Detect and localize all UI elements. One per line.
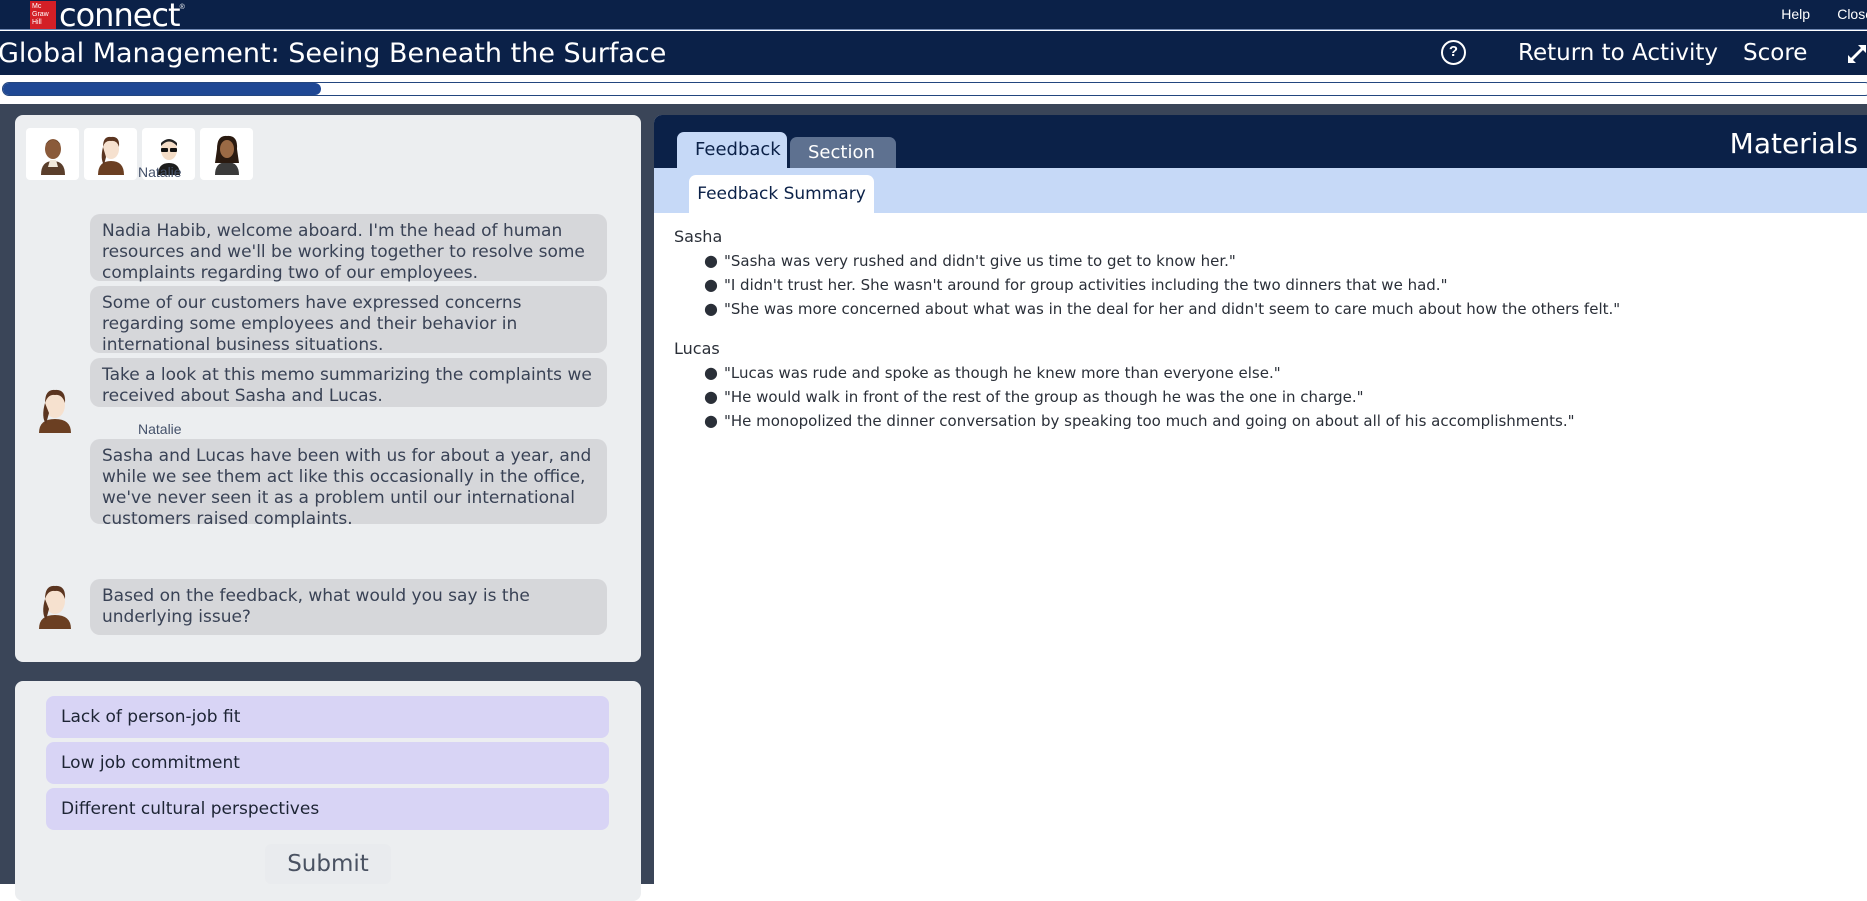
- answer-option[interactable]: Lack of person-job fit: [46, 696, 609, 738]
- score-button[interactable]: Score: [1743, 40, 1807, 66]
- tab-feedback-summary[interactable]: Feedback Summary: [689, 175, 874, 213]
- mcgraw-hill-badge: Mc Graw Hill: [30, 0, 56, 29]
- avatar-tile[interactable]: [84, 128, 137, 180]
- feedback-item: "He would walk in front of the rest of t…: [704, 385, 1620, 409]
- natalie-avatar-icon: [39, 585, 71, 629]
- message-speaker: Natalie: [138, 421, 182, 437]
- feedback-item: "Lucas was rude and spoke as though he k…: [704, 361, 1620, 385]
- message-speaker: Natalie: [138, 164, 182, 180]
- feedback-group-sasha: Sasha "Sasha was very rushed and didn't …: [674, 227, 1620, 321]
- tab-feedback[interactable]: Feedback: [677, 132, 787, 168]
- materials-header: Feedback Section 2 Materials: [654, 115, 1867, 195]
- chat-message: Sasha and Lucas have been with us for ab…: [90, 439, 607, 529]
- answer-panel: Lack of person-job fit Low job commitmen…: [15, 681, 641, 901]
- connect-logo: Mc Graw Hill connect ®: [30, 0, 185, 34]
- chat-message: Based on the feedback, what would you sa…: [90, 579, 607, 635]
- feedback-item: "Sasha was very rushed and didn't give u…: [704, 249, 1620, 273]
- answer-option[interactable]: Low job commitment: [46, 742, 609, 784]
- avatar-tile[interactable]: [200, 128, 253, 180]
- feedback-item: "I didn't trust her. She wasn't around f…: [704, 273, 1620, 297]
- person-name: Lucas: [674, 339, 720, 358]
- title-bar: Global Management: Seeing Beneath the Su…: [0, 31, 1867, 75]
- page-title: Global Management: Seeing Beneath the Su…: [0, 38, 667, 69]
- natalie-avatar-icon: [39, 389, 71, 433]
- answer-option[interactable]: Different cultural perspectives: [46, 788, 609, 830]
- materials-subnav: Feedback Summary: [654, 168, 1867, 213]
- feedback-item: "He monopolized the dinner conversation …: [704, 409, 1620, 433]
- chat-message: Nadia Habib, welcome aboard. I'm the hea…: [90, 214, 607, 283]
- chat-panel: Natalie Nadia Habib, welcome aboard. I'm…: [15, 115, 641, 662]
- materials-title: Materials: [1729, 127, 1858, 160]
- submit-button[interactable]: Submit: [265, 844, 391, 884]
- tab-section-2[interactable]: Section 2: [790, 137, 896, 195]
- feedback-group-lucas: Lucas "Lucas was rude and spoke as thoug…: [674, 339, 1620, 433]
- help-link[interactable]: Help: [1781, 6, 1810, 22]
- close-link[interactable]: Close: [1837, 6, 1867, 22]
- person-name: Sasha: [674, 227, 723, 246]
- logo-registered-mark: ®: [179, 4, 185, 11]
- logo-text: connect: [59, 0, 181, 34]
- chat-message: Take a look at this memo summarizing the…: [90, 358, 607, 407]
- natalie-avatar-icon: [97, 136, 124, 175]
- materials-panel: Feedback Section 2 Materials Feedback Su…: [654, 115, 1867, 884]
- return-to-activity-button[interactable]: Return to Activity: [1518, 40, 1718, 66]
- top-bar: Mc Graw Hill connect ® Help Close: [0, 0, 1867, 34]
- feedback-summary-content: Sasha "Sasha was very rushed and didn't …: [674, 227, 1620, 451]
- feedback-item: "She was more concerned about what was i…: [704, 297, 1620, 321]
- woman-avatar-icon: [214, 135, 239, 175]
- chat-message: Some of our customers have expressed con…: [90, 286, 607, 355]
- progress-fill: [3, 83, 321, 95]
- progress-bar: [2, 82, 1867, 96]
- help-circle-icon[interactable]: ?: [1441, 40, 1466, 65]
- expand-icon[interactable]: [1845, 42, 1867, 66]
- avatar-tile[interactable]: [26, 128, 79, 180]
- man-avatar-icon: [40, 139, 65, 175]
